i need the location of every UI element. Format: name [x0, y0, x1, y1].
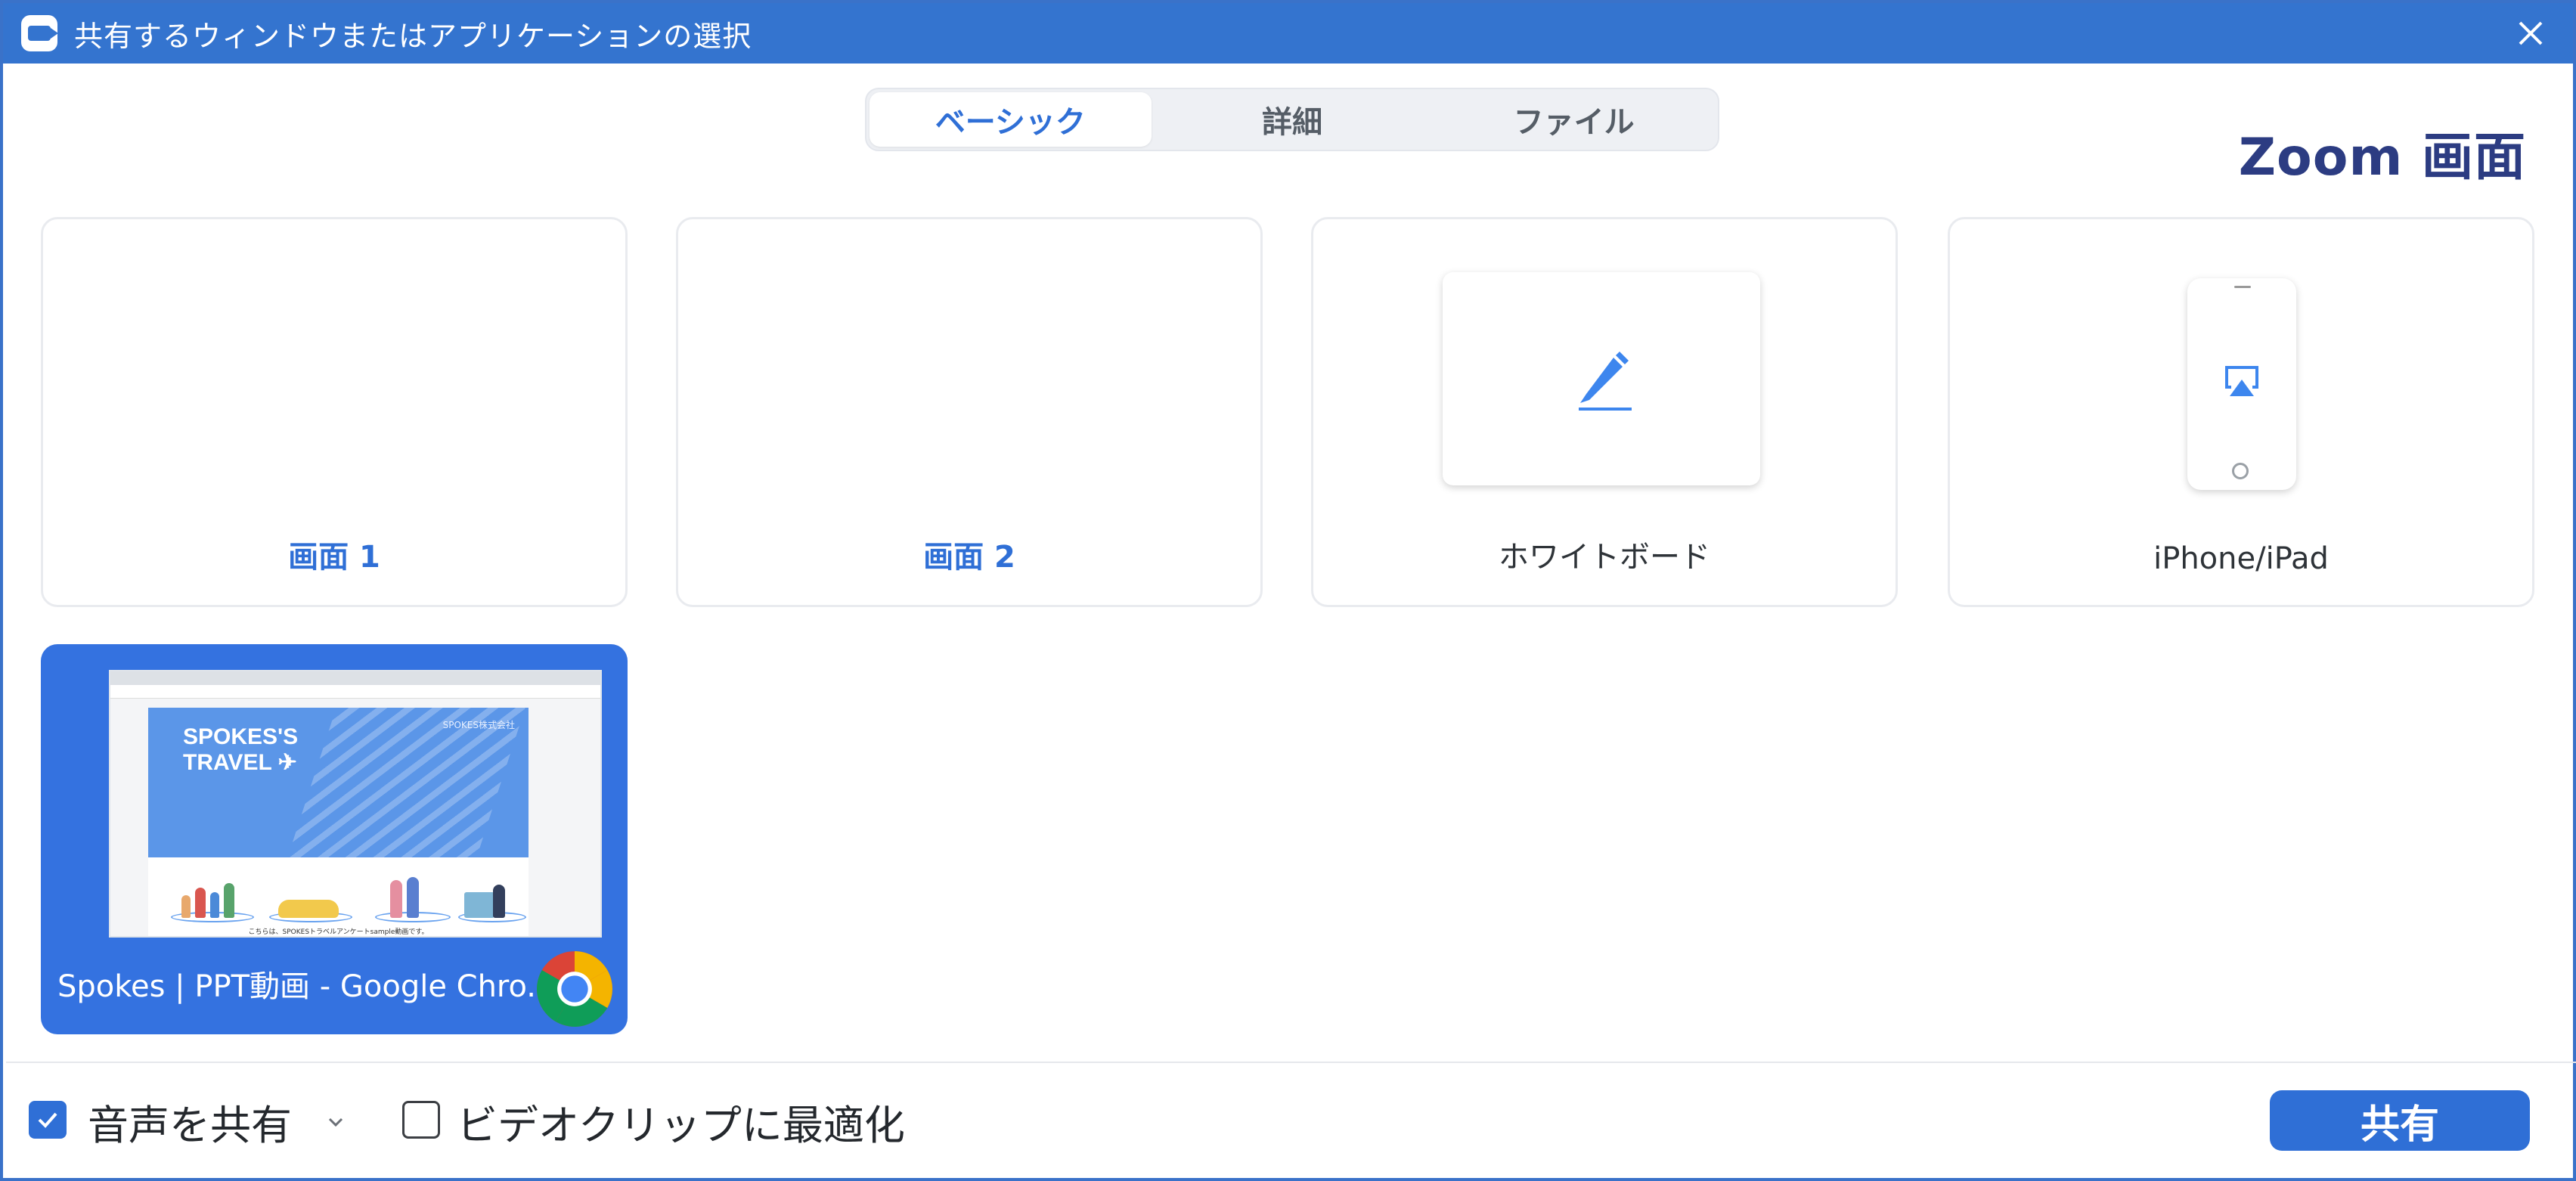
airplay-icon — [2225, 366, 2258, 396]
tab-bar: ベーシック 詳細 ファイル — [865, 88, 1719, 151]
checkmark-icon — [38, 1112, 57, 1128]
zoom-screen-label: Zoom 画面 — [2238, 128, 2526, 188]
thumb-slide-corp: SPOKES株式会社 — [442, 720, 515, 730]
optimize-video-checkbox[interactable] — [402, 1101, 440, 1139]
whiteboard-label: ホワイトボード — [1499, 540, 1710, 575]
thumb-slide-title: SPOKES'S TRAVEL ✈ — [183, 724, 299, 775]
chrome-window-card[interactable]: SPOKES'S TRAVEL ✈ SPOKES株式会社 こちらは、SPOKES… — [41, 644, 628, 1034]
chevron-down-icon — [328, 1117, 343, 1127]
phone-home-button — [2232, 463, 2249, 479]
optimize-video-label[interactable]: ビデオクリップに最適化 — [457, 1092, 905, 1152]
close-icon — [2519, 21, 2543, 45]
whiteboard-preview — [1443, 272, 1760, 485]
tab-files[interactable]: ファイル — [1433, 92, 1715, 147]
screen-2-label: 画面 2 — [923, 540, 1015, 575]
whiteboard-card[interactable]: ホワイトボード — [1311, 217, 1898, 607]
phone-preview — [2187, 278, 2296, 490]
screen-1-card[interactable]: 画面 1 — [41, 217, 628, 607]
iphone-ipad-label: iPhone/iPad — [2153, 541, 2329, 576]
pencil-icon — [1579, 352, 1632, 411]
window-thumbnail: SPOKES'S TRAVEL ✈ SPOKES株式会社 こちらは、SPOKES… — [109, 670, 602, 938]
share-audio-label[interactable]: 音声を共有 — [88, 1092, 292, 1152]
thumb-illustration — [148, 857, 529, 925]
screen-1-label: 画面 1 — [288, 540, 380, 575]
screen-2-card[interactable]: 画面 2 — [676, 217, 1263, 607]
chrome-icon — [537, 951, 612, 1027]
chrome-window-label: Spokes | PPT動画 - Google Chro... — [57, 969, 556, 1004]
phone-speaker — [2234, 286, 2251, 288]
share-audio-checkbox[interactable] — [29, 1101, 67, 1139]
close-button[interactable] — [2509, 12, 2552, 54]
thumb-caption: こちらは、SPOKESトラベルアンケートsample動画です。 — [148, 925, 529, 936]
iphone-ipad-card[interactable]: iPhone/iPad — [1948, 217, 2534, 607]
tab-advanced[interactable]: 詳細 — [1152, 92, 1434, 147]
thumb-slide: SPOKES'S TRAVEL ✈ SPOKES株式会社 — [148, 708, 529, 857]
thumb-tabbar — [110, 671, 600, 685]
title-bar: 共有するウィンドウまたはアプリケーションの選択 — [3, 3, 2573, 64]
thumb-addressbar — [110, 685, 600, 699]
zoom-camera-icon — [21, 15, 58, 51]
share-screen-dialog: 共有するウィンドウまたはアプリケーションの選択 ベーシック 詳細 ファイル Zo… — [0, 0, 2576, 1181]
audio-options-dropdown[interactable] — [321, 1107, 351, 1137]
airplane-icon: ✈ — [277, 750, 297, 775]
window-title: 共有するウィンドウまたはアプリケーションの選択 — [74, 19, 752, 53]
tab-basic[interactable]: ベーシック — [870, 92, 1152, 147]
share-button[interactable]: 共有 — [2270, 1090, 2530, 1151]
footer-divider — [6, 1062, 2576, 1063]
